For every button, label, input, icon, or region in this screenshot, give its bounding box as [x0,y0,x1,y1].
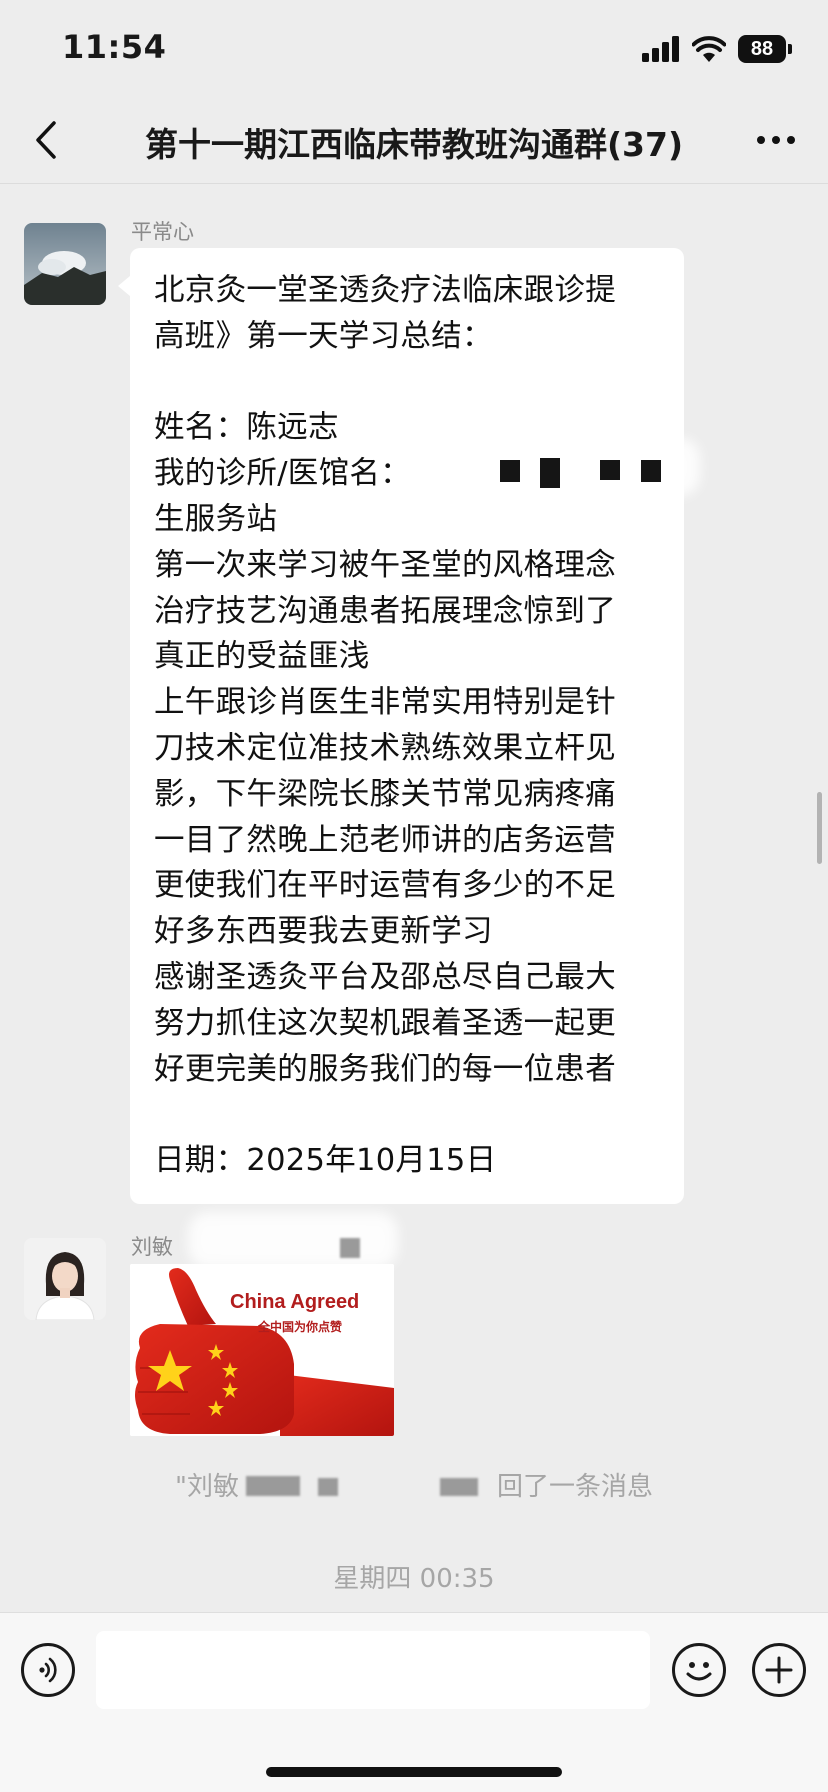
recall-notice-suffix: 回了一条消息 [496,1472,653,1502]
message-line: 刀技术定位准技术熟练效果立杆见 [154,730,616,766]
message-line: 治疗技艺沟通患者拓展理念惊到了 [154,593,616,629]
text-message-bubble[interactable]: 北京灸一堂圣透灸疗法临床跟诊提 高班》第一天学习总结： 姓名：陈远志 我的诊所/… [118,248,684,1204]
message-line [154,360,660,406]
more-button[interactable] [748,118,804,162]
message-line: 努力抓住这次契机跟着圣透一起更 [154,1005,616,1041]
voice-button[interactable] [21,1643,75,1697]
message-line: 高班》第一天学习总结： [154,318,493,354]
redaction-block [600,460,620,480]
message-line: 第一次来学习被午圣堂的风格理念 [154,547,616,583]
chat-title: 第十一期江西临床带教班沟通群(37) [144,125,684,164]
signal-icon [642,36,679,62]
battery-icon: 88 [738,35,792,63]
redaction-block [246,1476,300,1496]
plus-icon [765,1656,793,1684]
redaction-block [540,458,560,488]
message-line: 上午跟诊肖医生非常实用特别是针 [154,685,616,721]
image-message[interactable]: China Agreed 全中国为你点赞 [130,1264,394,1436]
message-line: 影，下午梁院长膝关节常见病疼痛 [154,776,616,812]
message-line: 感谢圣透灸平台及邵总尽自己最大 [154,959,616,995]
message-line: 生服务站 [154,501,278,537]
timestamp: 星期四 00:35 [333,1564,495,1594]
redaction-block [340,1238,360,1258]
chevron-left-icon [36,121,56,159]
home-indicator [266,1767,562,1777]
emoji-button[interactable] [672,1643,726,1697]
message-line: 北京灸一堂圣透灸疗法临床跟诊提 [154,273,616,308]
redaction-block [318,1478,338,1496]
voice-icon [39,1657,57,1683]
message-line: 日期：2025年10月15日 [154,1143,497,1179]
recall-notice: "刘敏 回了一条消息 [0,1466,828,1503]
message-line [154,1092,660,1138]
thumbs-up-flag-image [130,1264,394,1436]
redaction-blur [490,438,700,496]
sender-name: 刘敏 [131,1235,173,1259]
recall-notice-prefix: "刘敏 [175,1472,239,1502]
message-line: 好更完美的服务我们的每一位患者 [154,1051,616,1087]
avatar[interactable] [24,1238,106,1320]
scrollbar[interactable] [817,792,822,864]
mountain-avatar-image [24,223,106,305]
redaction-blur [188,1212,398,1268]
plus-button[interactable] [752,1643,806,1697]
input-bar [0,1612,828,1792]
message-line: 真正的受益匪浅 [154,639,370,675]
status-time: 11:54 [62,28,167,66]
message-line: 好多东西要我去更新学习 [154,914,493,950]
message-input[interactable] [96,1631,650,1709]
image-caption-cn: 全中国为你点赞 [258,1320,343,1334]
smiley-icon [686,1662,712,1681]
message-line: 一目了然晚上范老师讲的店务运营 [154,822,616,858]
person-avatar-image [24,1238,106,1320]
sender-name: 平常心 [131,220,194,244]
nav-bar: 第十一期江西临床带教班沟通群(37) [0,96,828,184]
back-button[interactable] [22,114,70,166]
wifi-icon [692,36,726,62]
redaction-block [440,1478,478,1496]
redaction-block [500,460,520,482]
more-dots-icon [757,136,795,144]
status-bar: 11:54 88 [0,0,828,96]
image-caption-en: China Agreed [230,1291,360,1313]
status-icons: 88 [642,34,792,64]
message-line: 更使我们在平时运营有多少的不足 [154,868,616,904]
redaction-block [641,460,661,482]
avatar[interactable] [24,223,106,305]
